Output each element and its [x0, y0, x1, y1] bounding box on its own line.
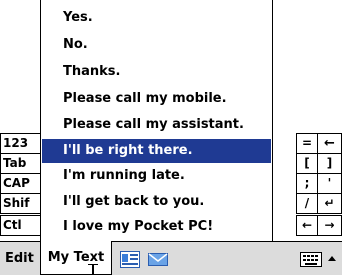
- key-semicolon[interactable]: ;: [296, 173, 318, 194]
- key-left-arrow[interactable]: ←: [296, 215, 318, 236]
- key-backspace[interactable]: ←: [317, 133, 342, 154]
- my-text-menu: Yes. No. Thanks. Please call my mobile. …: [40, 0, 273, 243]
- menu-item-call-assistant[interactable]: Please call my assistant.: [42, 113, 271, 137]
- key-equals[interactable]: =: [296, 133, 318, 154]
- menu-item-right-there[interactable]: I'll be right there.: [42, 139, 271, 163]
- key-open-bracket[interactable]: [: [296, 153, 318, 174]
- key-right-arrow[interactable]: →: [317, 215, 342, 236]
- sip-arrow-icon[interactable]: [326, 251, 338, 268]
- key-tab[interactable]: Tab: [0, 153, 42, 174]
- menu-item-running-late[interactable]: I'm running late.: [42, 164, 271, 188]
- key-123[interactable]: 123: [0, 133, 42, 154]
- menu-item-call-mobile[interactable]: Please call my mobile.: [42, 87, 271, 111]
- key-ctl[interactable]: Ctl: [0, 215, 42, 236]
- text-cursor: [88, 264, 98, 275]
- command-bar: Edit My Text: [0, 241, 342, 275]
- menu-item-no[interactable]: No.: [42, 33, 271, 57]
- key-shift[interactable]: Shif: [0, 193, 42, 214]
- key-close-bracket[interactable]: ]: [317, 153, 342, 174]
- keyboard-icon[interactable]: [300, 251, 322, 268]
- contact-card-icon[interactable]: [120, 251, 140, 268]
- menu-item-get-back[interactable]: I'll get back to you.: [42, 190, 271, 214]
- my-text-menu-button[interactable]: My Text: [40, 241, 112, 275]
- menu-item-yes[interactable]: Yes.: [42, 6, 271, 30]
- key-slash[interactable]: /: [296, 193, 318, 214]
- key-enter[interactable]: ↵: [317, 193, 342, 214]
- menu-item-pocket-pc[interactable]: I love my Pocket PC!: [42, 215, 271, 239]
- key-caps[interactable]: CAP: [0, 173, 42, 194]
- email-icon[interactable]: [148, 251, 168, 268]
- menu-item-thanks[interactable]: Thanks.: [42, 60, 271, 84]
- key-quote[interactable]: ': [317, 173, 342, 194]
- edit-menu-button[interactable]: Edit: [5, 242, 34, 275]
